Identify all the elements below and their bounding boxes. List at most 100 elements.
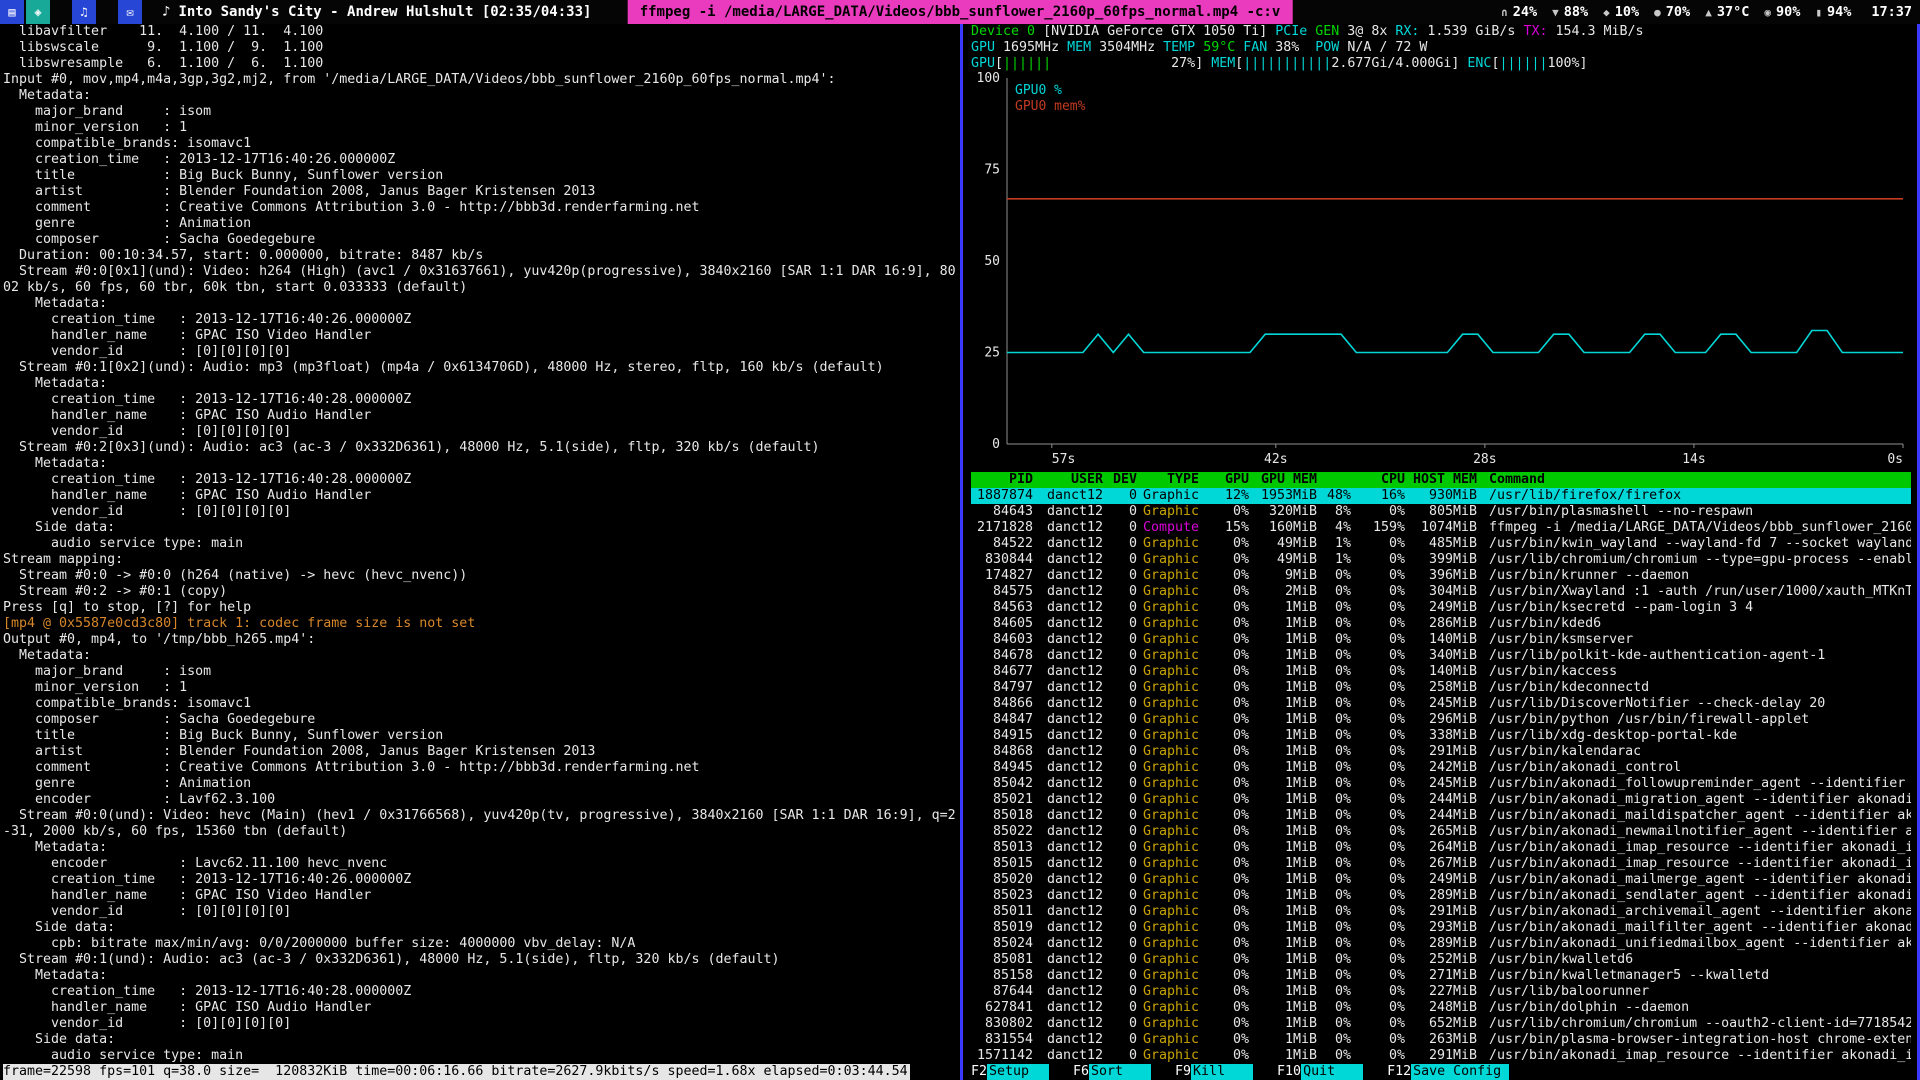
process-row[interactable]: 84678danct120Graphic0%1MiB0%0%340MiB/usr…: [971, 648, 1911, 664]
terminal-line: title : Big Buck Bunny, Sunflower versio…: [3, 168, 960, 184]
workspace-tag-1[interactable]: ▤: [0, 0, 24, 24]
fkey-action-setup[interactable]: Setup: [987, 1064, 1049, 1080]
terminal-line: [mp4 @ 0x5587e0cd3c80] track 1: codec fr…: [3, 616, 960, 632]
terminal-line: minor_version : 1: [3, 120, 960, 136]
workspace-tag-4[interactable]: ✉: [118, 0, 142, 24]
tiled-panes: libavfilter 11. 4.100 / 11. 4.100 libsws…: [0, 24, 1920, 1080]
process-row[interactable]: 84522danct120Graphic0%49MiB1%0%485MiB/us…: [971, 536, 1911, 552]
top-status-bar: ▤◈ ♫ ✉ ♪ Into Sandy's City - Andrew Hulshu…: [0, 0, 1920, 24]
process-row[interactable]: 84575danct120Graphic0%2MiB0%0%304MiB/usr…: [971, 584, 1911, 600]
terminal-line: Stream #0:1[0x2](und): Audio: mp3 (mp3fl…: [3, 360, 960, 376]
nvtop-terminal-pane[interactable]: Device 0 [NVIDIA GeForce GTX 1050 Ti] PC…: [960, 24, 1920, 1080]
process-row[interactable]: 84643danct120Graphic0%320MiB8%0%805MiB/u…: [971, 504, 1911, 520]
fkey-action-kill[interactable]: Kill: [1191, 1064, 1253, 1080]
process-row[interactable]: 84563danct120Graphic0%1MiB0%0%249MiB/usr…: [971, 600, 1911, 616]
fkey-f12[interactable]: F12: [1387, 1064, 1411, 1080]
terminal-line: creation_time : 2013-12-17T16:40:26.0000…: [3, 312, 960, 328]
terminal-line: composer : Sacha Goedegebure: [3, 712, 960, 728]
process-row[interactable]: 1887874danct120Graphic12%1953MiB48%16%93…: [971, 488, 1911, 504]
chart-y-tick-label: 25: [984, 346, 1000, 361]
process-row[interactable]: 84915danct120Graphic0%1MiB0%0%338MiB/usr…: [971, 728, 1911, 744]
terminal-line: Metadata:: [3, 296, 960, 312]
process-row[interactable]: 85020danct120Graphic0%1MiB0%0%249MiB/usr…: [971, 872, 1911, 888]
screen: ▤◈ ♫ ✉ ♪ Into Sandy's City - Andrew Hulshu…: [0, 0, 1920, 1080]
terminal-line: creation_time : 2013-12-17T16:40:26.0000…: [3, 152, 960, 168]
terminal-line: creation_time : 2013-12-17T16:40:28.0000…: [3, 472, 960, 488]
terminal-line: Input #0, mov,mp4,m4a,3gp,3g2,mj2, from …: [3, 72, 960, 88]
column-header: HOST MEM: [1405, 472, 1477, 488]
process-row[interactable]: 85013danct120Graphic0%1MiB0%0%264MiB/usr…: [971, 840, 1911, 856]
chart-x-tick-label: 57s: [1052, 452, 1075, 467]
chart-legend-mem: GPU0 mem%: [1015, 99, 1086, 114]
process-row[interactable]: 830802danct120Graphic0%1MiB0%0%652MiB/us…: [971, 1016, 1911, 1032]
terminal-line: vendor_id : [0][0][0][0]: [3, 424, 960, 440]
terminal-line: Metadata:: [3, 456, 960, 472]
system-stats: ∩24%▼88%◆10%●70%▲37°C◉90%▮94%17:37: [1501, 0, 1920, 24]
music-note-icon: ♪: [162, 4, 170, 20]
process-row[interactable]: 831554danct120Graphic0%1MiB0%0%263MiB/us…: [971, 1032, 1911, 1048]
process-row[interactable]: 174827danct120Graphic0%9MiB0%0%396MiB/us…: [971, 568, 1911, 584]
terminal-line: major_brand : isom: [3, 104, 960, 120]
process-row[interactable]: 85015danct120Graphic0%1MiB0%0%267MiB/usr…: [971, 856, 1911, 872]
chart-series-gpu0-: [1007, 331, 1903, 353]
terminal-line: artist : Blender Foundation 2008, Janus …: [3, 744, 960, 760]
chart-x-tick-label: 42s: [1264, 452, 1287, 467]
focused-window-title: ffmpeg -i /media/LARGE_DATA/Videos/bbb_s…: [628, 0, 1293, 24]
headphones-icon: ∩: [1501, 6, 1508, 19]
process-row[interactable]: 1571142danct120Graphic0%1MiB0%0%291MiB/u…: [971, 1048, 1911, 1064]
process-row[interactable]: 85081danct120Graphic0%1MiB0%0%252MiB/usr…: [971, 952, 1911, 968]
process-row[interactable]: 84847danct120Graphic0%1MiB0%0%296MiB/usr…: [971, 712, 1911, 728]
fkey-action-save-config[interactable]: Save Config: [1411, 1064, 1509, 1080]
function-key-bar: F2Setup F6Sort F9Kill F10Quit F12Save Config: [971, 1064, 1911, 1080]
terminal-line: Stream mapping:: [3, 552, 960, 568]
chart-y-tick-label: 100: [977, 72, 1000, 86]
column-header: USER: [1033, 472, 1103, 488]
process-row[interactable]: 85024danct120Graphic0%1MiB0%0%289MiB/usr…: [971, 936, 1911, 952]
process-row[interactable]: 84945danct120Graphic0%1MiB0%0%242MiB/usr…: [971, 760, 1911, 776]
workspace-tag-3[interactable]: ♫: [72, 0, 96, 24]
fkey-f6[interactable]: F6: [1073, 1064, 1089, 1080]
process-row[interactable]: 84866danct120Graphic0%1MiB0%0%245MiB/usr…: [971, 696, 1911, 712]
gpu-gauge-label: GPU: [971, 56, 995, 71]
process-row[interactable]: 830844danct120Graphic0%49MiB1%0%399MiB/u…: [971, 552, 1911, 568]
process-row[interactable]: 85022danct120Graphic0%1MiB0%0%265MiB/usr…: [971, 824, 1911, 840]
fkey-f2[interactable]: F2: [971, 1064, 987, 1080]
terminal-line: vendor_id : [0][0][0][0]: [3, 1016, 960, 1032]
terminal-line: Metadata:: [3, 968, 960, 984]
terminal-line: handler_name : GPAC ISO Audio Handler: [3, 488, 960, 504]
chart-x-tick-label: 28s: [1473, 452, 1496, 467]
terminal-line: genre : Animation: [3, 216, 960, 232]
process-row[interactable]: 85021danct120Graphic0%1MiB0%0%244MiB/usr…: [971, 792, 1911, 808]
fkey-action-quit[interactable]: Quit: [1301, 1064, 1363, 1080]
status-value: 88%: [1564, 4, 1588, 20]
process-row[interactable]: 85019danct120Graphic0%1MiB0%0%293MiB/usr…: [971, 920, 1911, 936]
terminal-line: Stream #0:0[0x1](und): Video: h264 (High…: [3, 264, 960, 280]
terminal-line: Metadata:: [3, 840, 960, 856]
process-row[interactable]: 84677danct120Graphic0%1MiB0%0%140MiB/usr…: [971, 664, 1911, 680]
process-row[interactable]: 627841danct120Graphic0%1MiB0%0%248MiB/us…: [971, 1000, 1911, 1016]
process-row[interactable]: 85018danct120Graphic0%1MiB0%0%244MiB/usr…: [971, 808, 1911, 824]
terminal-line: 02 kb/s, 60 fps, 60 tbr, 60k tbn, start …: [3, 280, 960, 296]
fkey-action-sort[interactable]: Sort: [1089, 1064, 1151, 1080]
terminal-line: Stream #0:0(und): Video: hevc (Main) (he…: [3, 808, 960, 824]
ffmpeg-terminal-pane[interactable]: libavfilter 11. 4.100 / 11. 4.100 libsws…: [0, 24, 960, 1080]
process-row[interactable]: 85042danct120Graphic0%1MiB0%0%245MiB/usr…: [971, 776, 1911, 792]
process-row[interactable]: 84605danct120Graphic0%1MiB0%0%286MiB/usr…: [971, 616, 1911, 632]
process-row[interactable]: 2171828danct120Compute15%160MiB4%159%107…: [971, 520, 1911, 536]
terminal-line: Side data:: [3, 1032, 960, 1048]
process-row[interactable]: 85158danct120Graphic0%1MiB0%0%271MiB/usr…: [971, 968, 1911, 984]
terminal-line: handler_name : GPAC ISO Video Handler: [3, 328, 960, 344]
process-row[interactable]: 85011danct120Graphic0%1MiB0%0%291MiB/usr…: [971, 904, 1911, 920]
process-row[interactable]: 87644danct120Graphic0%1MiB0%0%227MiB/usr…: [971, 984, 1911, 1000]
workspace-tag-2[interactable]: ◈: [26, 0, 50, 24]
process-row[interactable]: 85023danct120Graphic0%1MiB0%0%289MiB/usr…: [971, 888, 1911, 904]
terminal-line: vendor_id : [0][0][0][0]: [3, 344, 960, 360]
fkey-f9[interactable]: F9: [1175, 1064, 1191, 1080]
process-row[interactable]: 84868danct120Graphic0%1MiB0%0%291MiB/usr…: [971, 744, 1911, 760]
fkey-f10[interactable]: F10: [1277, 1064, 1301, 1080]
encode-status-line: frame=22598 fps=101 q=38.0 size= 120832K…: [3, 1064, 910, 1080]
process-row[interactable]: 84797danct120Graphic0%1MiB0%0%258MiB/usr…: [971, 680, 1911, 696]
process-row[interactable]: 84603danct120Graphic0%1MiB0%0%140MiB/usr…: [971, 632, 1911, 648]
now-playing: ♪ Into Sandy's City - Andrew Hulshult [0…: [162, 0, 591, 24]
status-item: 17:37: [1866, 4, 1912, 20]
